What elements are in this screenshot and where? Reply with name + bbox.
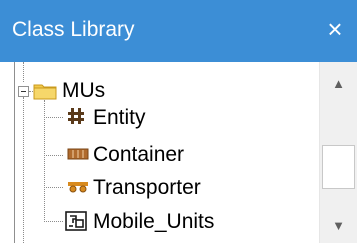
- panel-title: Class Library: [12, 18, 135, 41]
- tree-node-mus[interactable]: MUs: [62, 76, 105, 106]
- left-margin: [0, 62, 14, 243]
- container-icon: [67, 148, 89, 160]
- tree-node-mobile-units[interactable]: Mobile_Units: [93, 207, 214, 237]
- tree-node-label: Transporter: [93, 176, 201, 199]
- tree-line-branch: [44, 221, 63, 222]
- tree-node-label: Container: [93, 143, 185, 166]
- tree-node-label: MUs: [62, 79, 106, 102]
- scroll-down-button[interactable]: ▼: [320, 212, 357, 238]
- mobile-units-icon: [65, 211, 87, 231]
- folder-icon: [33, 84, 57, 100]
- tree-line-top: [23, 62, 24, 82]
- tree-node-container[interactable]: Container: [93, 140, 184, 170]
- tree-node-entity[interactable]: Entity: [93, 103, 146, 133]
- collapse-toggle[interactable]: [18, 86, 29, 97]
- vertical-scrollbar[interactable]: ▲ ▼: [319, 62, 357, 243]
- scroll-thumb[interactable]: [322, 145, 355, 189]
- class-library-panel: Class Library × MUs Entity Container Tra…: [0, 0, 357, 243]
- tree-node-transporter[interactable]: Transporter: [93, 173, 201, 203]
- entity-icon: [68, 108, 84, 124]
- scroll-up-button[interactable]: ▲: [320, 70, 357, 96]
- title-bar: Class Library ×: [0, 0, 357, 62]
- tree-node-label: Entity: [93, 106, 146, 129]
- tree-line-branch: [44, 155, 63, 156]
- tree-node-label: Mobile_Units: [93, 210, 215, 233]
- tree-line-branch: [44, 117, 63, 118]
- tree-line-root: [23, 97, 24, 243]
- tree-line-branch: [44, 187, 63, 188]
- close-button[interactable]: ×: [323, 16, 347, 42]
- transporter-icon: [68, 182, 88, 193]
- tree-line-children: [44, 100, 45, 222]
